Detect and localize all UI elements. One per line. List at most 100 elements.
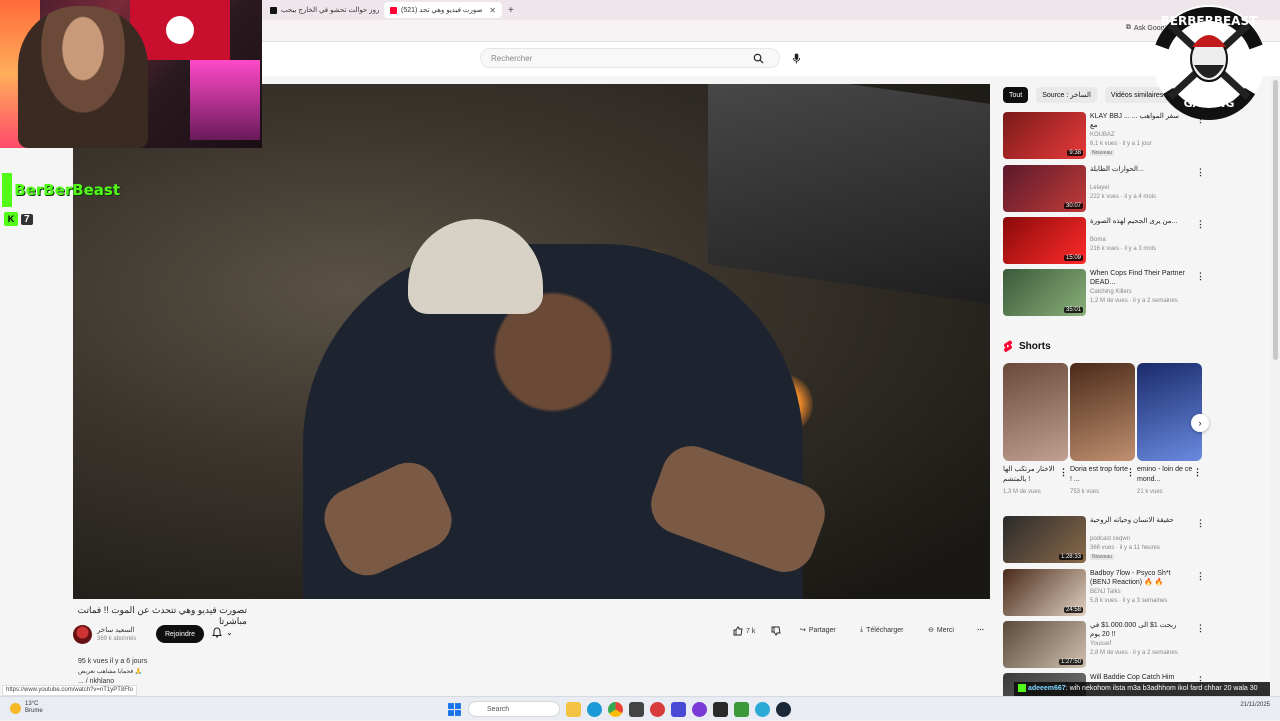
share-button[interactable]: ↪ Partager — [800, 626, 836, 635]
edge-icon[interactable] — [587, 701, 602, 717]
streamer-name: BerBerBeast — [14, 181, 120, 199]
short-thumbnail[interactable] — [1003, 363, 1068, 461]
new-badge: Nouveau — [1090, 150, 1115, 156]
channel-name[interactable]: Boma — [1090, 237, 1106, 243]
chrome-icon[interactable] — [608, 701, 623, 717]
view-count: 216 k vues · il y a 3 mois — [1090, 246, 1157, 252]
channel-name[interactable]: السعيد ساخر — [97, 626, 135, 634]
address-bar[interactable]: ⧉ Ask Google — [262, 20, 1280, 42]
scrollbar-thumb[interactable] — [1273, 80, 1278, 360]
recommended-video[interactable]: 30:07 الحوارات الطابلة... Lelayel 222 k vue… — [1003, 165, 1205, 213]
video-title[interactable]: حقيقة الانسان وحياته الروحية — [1090, 516, 1186, 525]
video-title[interactable]: ربحت 1$ الى 1.000.000$ في 20 يوم !! — [1090, 621, 1186, 639]
recommended-video[interactable]: 24:58 Badboy 7low - Psyco Sh*t (BENJ Reac… — [1003, 569, 1205, 617]
steam-icon[interactable] — [776, 701, 791, 717]
thanks-button[interactable]: ⊖ Merci — [928, 626, 954, 635]
app-icon[interactable] — [650, 701, 665, 717]
channel-avatar[interactable] — [73, 625, 92, 644]
app-icon[interactable] — [755, 701, 770, 717]
taskbar-search[interactable]: Search — [468, 701, 560, 717]
like-button[interactable]: 7 k — [733, 626, 755, 636]
video-description[interactable]: 95 k vues il y a 6 jours فحمايا مشاهب تع… — [78, 657, 147, 687]
chip-all[interactable]: Tout — [1003, 87, 1029, 103]
share-label: Partager — [808, 626, 836, 634]
recommended-video[interactable]: 15:09 من يرى الجحيم لهذه الصورة... Boma 216… — [1003, 217, 1205, 265]
short-title[interactable]: الاختار مرتكب الها بالمتشم ! — [1003, 465, 1061, 485]
more-vertical-icon[interactable]: ⋮ — [1196, 518, 1205, 529]
video-thumbnail[interactable]: 35:01 — [1003, 269, 1086, 316]
video-title[interactable]: Will Baddie Cop Catch Him — [1090, 673, 1186, 682]
join-button[interactable]: Rejoindre — [156, 625, 204, 643]
dislike-button[interactable] — [771, 626, 781, 636]
short-thumbnail[interactable] — [1137, 363, 1202, 461]
channel-name[interactable]: Lelayel — [1090, 185, 1109, 191]
video-title[interactable]: من يرى الجحيم لهذه الصورة... — [1090, 217, 1186, 226]
video-thumbnail[interactable]: 9:38 — [1003, 112, 1086, 159]
recommended-video[interactable]: 1:27:50 ربحت 1$ الى 1.000.000$ في 20 يوم … — [1003, 621, 1205, 669]
app-icon[interactable] — [713, 701, 728, 717]
app-icon[interactable] — [692, 701, 707, 717]
channel-name[interactable]: BENJ Talks — [1090, 589, 1121, 595]
video-player[interactable] — [73, 84, 990, 599]
chat-message: : wih nekohom ilsta m3a b3adhhom ikol fa… — [1065, 685, 1258, 692]
channel-name[interactable]: Youssef — [1090, 641, 1111, 647]
view-count: 6,1 k vues · il y a 1 jour — [1090, 141, 1152, 147]
bell-icon — [212, 627, 222, 638]
app-icon[interactable] — [734, 701, 749, 717]
short-views: 753 k vues — [1070, 489, 1100, 495]
browser-tab-2[interactable]: (521) صورت فيديو وهي تحد ✕ — [384, 2, 502, 18]
chip-source[interactable]: Source : الساخر — [1036, 87, 1097, 103]
video-thumbnail[interactable]: 1:28:33 — [1003, 516, 1086, 563]
file-explorer-icon[interactable] — [566, 701, 581, 717]
search-input[interactable]: Rechercher — [480, 48, 780, 68]
video-thumbnail[interactable]: 30:07 — [1003, 165, 1086, 212]
mail-icon[interactable] — [671, 701, 686, 717]
channel-name[interactable]: Catching Killers — [1090, 289, 1132, 295]
browser-tab-1[interactable]: روز حوالت تحشو في الخارج بيحب ✕ — [264, 2, 382, 18]
more-vertical-icon[interactable]: ⋮ — [1196, 219, 1205, 230]
search-button[interactable] — [748, 48, 768, 68]
like-count: 7 k — [746, 627, 756, 635]
windows-taskbar: 13°C Brume Search 21/11/2025 — [0, 696, 1280, 720]
recommended-video[interactable]: 1:28:33 حقيقة الانسان وحياته الروحية podca… — [1003, 516, 1205, 564]
windows-start-icon[interactable] — [447, 702, 462, 717]
tab-2-label: (521) صورت فيديو وهي تحد — [401, 7, 483, 14]
notification-button[interactable]: ⌄ — [212, 627, 233, 638]
more-vertical-icon[interactable]: ⋮ — [1196, 623, 1205, 634]
video-thumbnail[interactable]: 15:09 — [1003, 217, 1086, 264]
video-thumbnail[interactable]: 24:58 — [1003, 569, 1086, 616]
more-actions-button[interactable]: ⋯ — [977, 626, 984, 634]
recommended-video[interactable]: 35:01 When Cops Find Their Partner DEAD..… — [1003, 269, 1205, 317]
taskbar-clock[interactable]: 21/11/2025 — [1240, 701, 1270, 709]
video-thumbnail[interactable]: 1:27:50 — [1003, 621, 1086, 668]
more-vertical-icon[interactable]: ⋮ — [1196, 571, 1205, 582]
clock-date: 21/11/2025 — [1240, 702, 1270, 708]
new-tab-button[interactable]: + — [508, 5, 514, 16]
voice-search-button[interactable] — [786, 48, 806, 68]
short-title[interactable]: Doria est trop forte ! ... — [1070, 465, 1128, 485]
channel-name[interactable]: podcast ceqwn — [1090, 536, 1130, 542]
view-count: 1,2 M de vues · il y a 2 semaines — [1090, 298, 1178, 304]
video-title[interactable]: When Cops Find Their Partner DEAD... — [1090, 269, 1186, 287]
more-vertical-icon[interactable]: ⋮ — [1196, 271, 1205, 282]
video-duration: 15:09 — [1063, 255, 1083, 261]
video-title[interactable]: الحوارات الطابلة... — [1090, 165, 1186, 174]
more-vertical-icon[interactable]: ⋮ — [1126, 467, 1135, 478]
download-button[interactable]: ⤓ Télécharger — [860, 626, 903, 634]
short-views: 1,3 M de vues — [1003, 489, 1041, 495]
channel-name[interactable]: KOUBAZ — [1090, 132, 1115, 138]
shorts-next-button[interactable]: › — [1191, 414, 1209, 432]
page-scrollbar[interactable] — [1271, 76, 1280, 696]
webcam-streamer — [18, 6, 148, 148]
new-badge: Nouveau — [1090, 554, 1115, 560]
weather-widget[interactable]: 13°C Brume — [10, 701, 43, 715]
video-title[interactable]: Badboy 7low - Psyco Sh*t (BENJ Reaction)… — [1090, 569, 1186, 587]
more-vertical-icon[interactable]: ⋮ — [1059, 467, 1068, 478]
more-vertical-icon[interactable]: ⋮ — [1193, 467, 1202, 478]
short-title[interactable]: emino - loin de ce mond... — [1137, 465, 1195, 485]
more-vertical-icon[interactable]: ⋮ — [1196, 167, 1205, 178]
stream-overlay-strip — [0, 148, 73, 696]
app-icon[interactable] — [629, 701, 644, 717]
short-thumbnail[interactable] — [1070, 363, 1135, 461]
close-tab-icon[interactable]: ✕ — [489, 6, 496, 15]
